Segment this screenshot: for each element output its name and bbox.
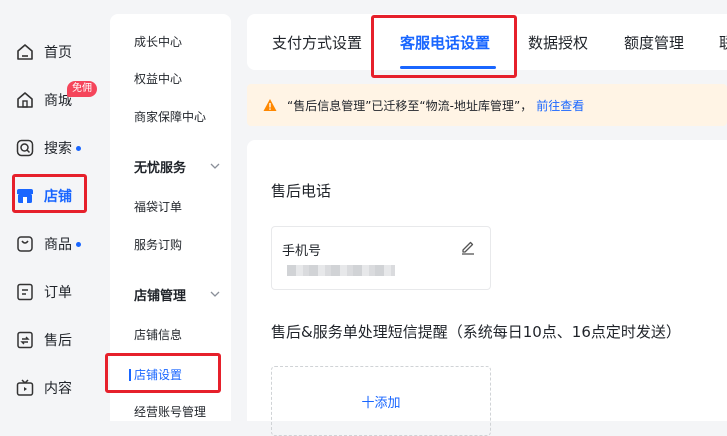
tab-payment-method[interactable]: 支付方式设置 bbox=[272, 32, 362, 53]
nav-item-label: 首页 bbox=[44, 45, 72, 61]
sub-nav-service-subscription[interactable]: 服务订购 bbox=[134, 235, 182, 255]
notice-link[interactable]: 前往查看 bbox=[536, 97, 584, 114]
group-label: 无忧服务 bbox=[134, 160, 187, 176]
nav-item-mall[interactable]: 商城 bbox=[14, 84, 72, 116]
nav-item-search[interactable]: 搜索 bbox=[14, 132, 81, 164]
section-title-aftersale-phone: 售后电话 bbox=[271, 182, 332, 200]
sub-nav-business-account[interactable]: 经营账号管理 bbox=[134, 402, 206, 422]
aftersale-icon bbox=[14, 329, 36, 351]
search-icon bbox=[14, 137, 36, 159]
tab-data-authorization[interactable]: 数据授权 bbox=[528, 32, 588, 53]
group-label: 店铺管理 bbox=[134, 288, 187, 304]
highlight-box-tab bbox=[371, 15, 517, 78]
product-icon bbox=[14, 233, 36, 255]
sub-nav-group-shop-management[interactable]: 店铺管理 bbox=[134, 283, 220, 305]
phone-card: 手机号 bbox=[271, 226, 491, 290]
content-panel: 售后电话 手机号 售后&服务单处理短信提醒（系统每日10点、16点定时发送） 十… bbox=[247, 140, 727, 436]
nav-item-label: 售后 bbox=[44, 333, 72, 349]
new-dot bbox=[76, 145, 81, 151]
edit-icon[interactable] bbox=[460, 239, 476, 255]
phone-label: 手机号 bbox=[282, 244, 322, 259]
main-sidebar: 首页 商城 免佣 搜索 店铺 商品 订单 售后 内容 bbox=[0, 0, 110, 421]
sub-nav-shop-info[interactable]: 店铺信息 bbox=[134, 325, 182, 345]
sub-nav-group-worry-free[interactable]: 无忧服务 bbox=[134, 155, 220, 177]
chevron-down-icon bbox=[210, 291, 220, 297]
nav-item-label: 订单 bbox=[44, 285, 72, 301]
home-icon bbox=[14, 41, 36, 63]
add-button[interactable]: 十添加 bbox=[271, 366, 491, 436]
nav-item-order[interactable]: 订单 bbox=[14, 276, 72, 308]
tab-more[interactable]: 联 bbox=[719, 32, 727, 53]
redacted-phone-number bbox=[287, 265, 395, 276]
nav-item-content[interactable]: 内容 bbox=[14, 372, 72, 404]
tab-quota-management[interactable]: 额度管理 bbox=[624, 32, 684, 53]
nav-item-aftersale[interactable]: 售后 bbox=[14, 324, 72, 356]
content-icon bbox=[14, 377, 36, 399]
free-commission-badge: 免佣 bbox=[67, 81, 97, 97]
nav-item-label: 搜索 bbox=[44, 141, 72, 157]
nav-item-label: 内容 bbox=[44, 381, 72, 397]
warning-icon bbox=[263, 99, 277, 111]
notice-banner: “售后信息管理”已迁移至“物流-地址库管理”， 前往查看 bbox=[247, 84, 727, 126]
sub-nav-rights-center[interactable]: 权益中心 bbox=[134, 69, 182, 89]
highlight-box-shop-settings bbox=[105, 353, 221, 393]
new-dot bbox=[76, 241, 81, 247]
sub-nav-growth-center[interactable]: 成长中心 bbox=[134, 32, 182, 52]
order-icon bbox=[14, 281, 36, 303]
nav-item-label: 商品 bbox=[44, 237, 72, 253]
notice-text: “售后信息管理”已迁移至“物流-地址库管理”， bbox=[287, 98, 533, 113]
section-title-sms-reminder: 售后&服务单处理短信提醒（系统每日10点、16点定时发送） bbox=[271, 323, 681, 341]
sub-nav-merchant-protection[interactable]: 商家保障中心 bbox=[134, 107, 206, 127]
sub-nav-lucky-bag-orders[interactable]: 福袋订单 bbox=[134, 197, 182, 217]
nav-item-product[interactable]: 商品 bbox=[14, 228, 81, 260]
chevron-down-icon bbox=[210, 163, 220, 169]
store-icon bbox=[14, 89, 36, 111]
highlight-box-shop bbox=[12, 174, 87, 213]
nav-item-home[interactable]: 首页 bbox=[14, 36, 72, 68]
